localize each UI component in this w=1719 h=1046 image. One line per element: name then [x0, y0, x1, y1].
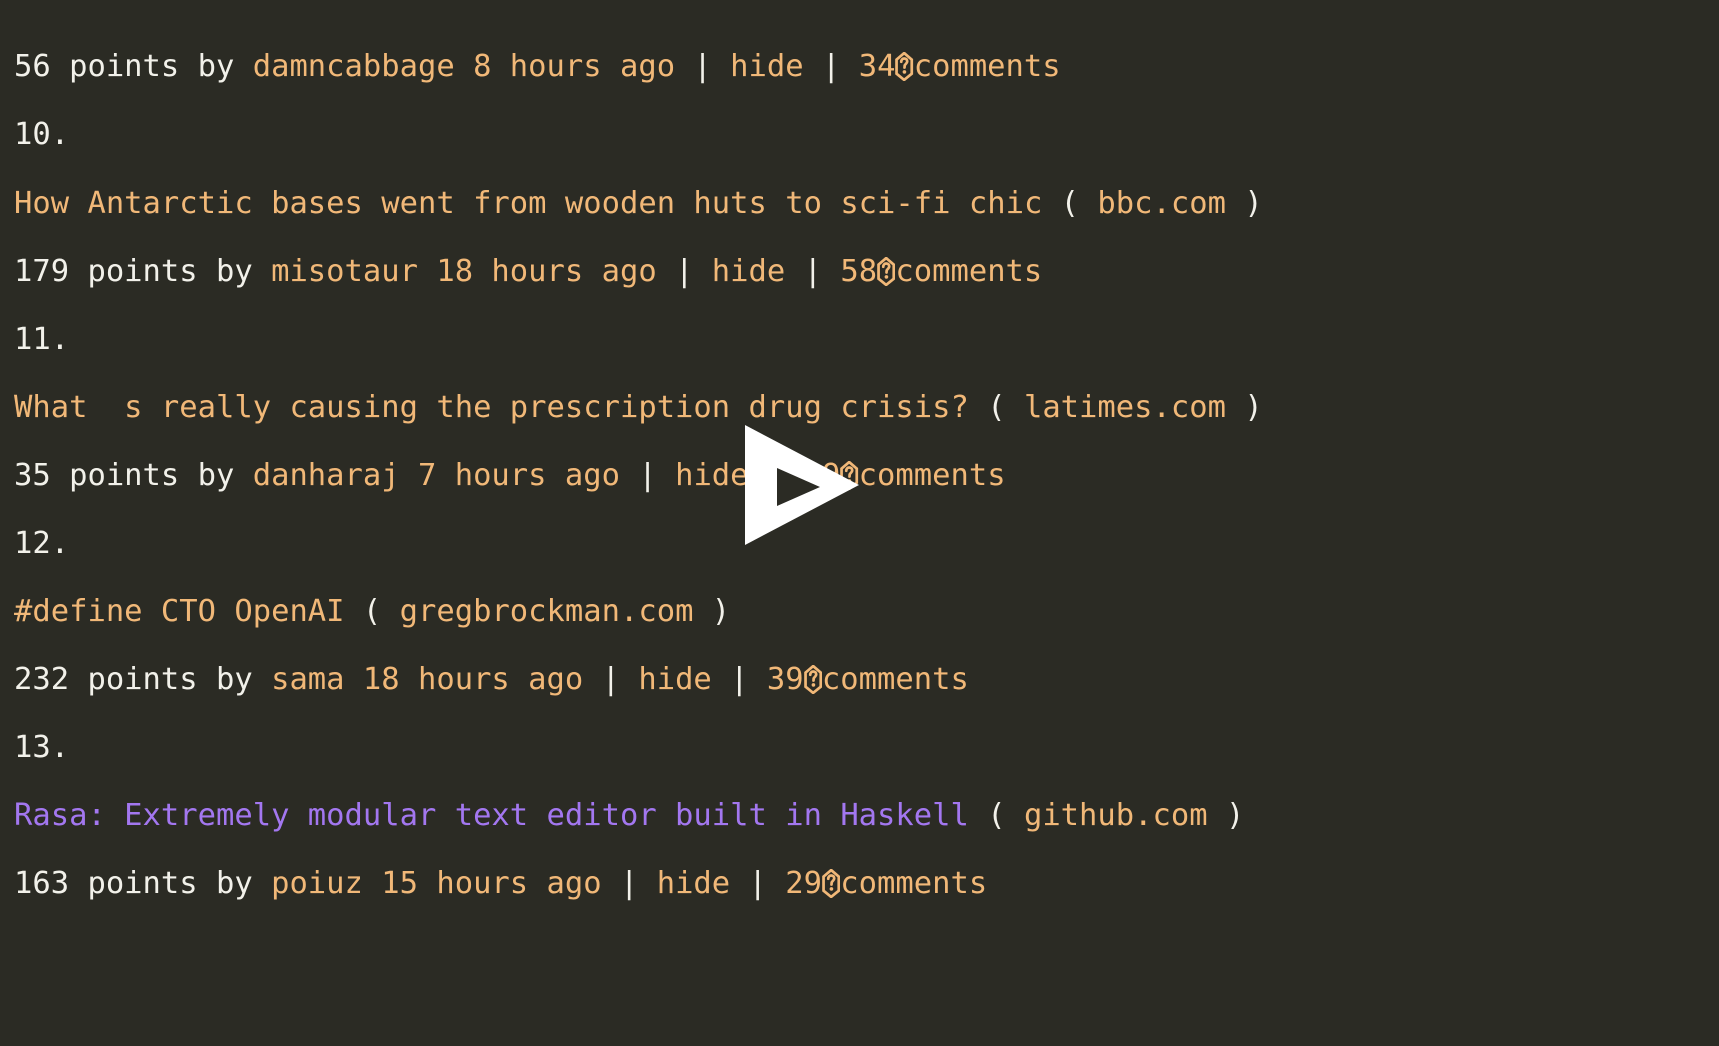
subtext-separator: | [711, 662, 767, 697]
subtext-separator: | [803, 49, 859, 84]
story-author-and-age[interactable]: danharaj 7 hours ago [253, 458, 620, 493]
comments-link[interactable]: 34 comments [859, 49, 1061, 84]
missing-glyph-icon [840, 461, 859, 491]
story-domain-link[interactable]: gregbrockman.com [400, 594, 694, 629]
subtext-separator: | [785, 254, 841, 289]
story-rank: 11. [14, 322, 70, 357]
story-subtext-row: 35 points by danharaj 7 hours ago | hide… [14, 458, 1006, 493]
subtext-separator: | [675, 49, 731, 84]
story-rank: 13. [14, 730, 70, 765]
story-rank-number: 10. [14, 117, 70, 152]
subtext-separator: | [730, 866, 786, 901]
story-title-row: How Antarctic bases went from wooden hut… [14, 186, 1263, 221]
domain-close-paren: ) [1225, 390, 1263, 425]
comment-count: 58 [840, 254, 878, 289]
domain-open-paren: ( [344, 594, 400, 629]
comments-label: comments [913, 49, 1061, 84]
story-author-and-age[interactable]: poiuz 15 hours ago [271, 866, 602, 901]
story-rank-number: 13. [14, 730, 70, 765]
comments-link[interactable]: 39 comments [767, 662, 969, 697]
story-points: 179 points by [14, 254, 272, 289]
domain-open-paren: ( [968, 390, 1024, 425]
story-points: 232 points by [14, 662, 272, 697]
story-domain-link[interactable]: latimes.com [1024, 390, 1226, 425]
domain-close-paren: ) [693, 594, 731, 629]
story-title-link[interactable]: #define CTO OpenAI [14, 594, 345, 629]
story-title-link[interactable]: What s really causing the prescription d… [14, 390, 969, 425]
story-points: 35 points by [14, 458, 253, 493]
hide-link[interactable]: hide [638, 662, 711, 697]
comments-label: comments [840, 866, 988, 901]
story-points: 163 points by [14, 866, 272, 901]
story-title-row: Rasa: Extremely modular text editor buil… [14, 798, 1245, 833]
domain-open-paren: ( [1042, 186, 1098, 221]
story-subtext-row: 232 points by sama 18 hours ago | hide |… [14, 662, 969, 697]
story-subtext-row: 56 points by damncabbage 8 hours ago | h… [14, 49, 1061, 84]
story-points: 56 points by [14, 49, 253, 84]
story-title-link[interactable]: Rasa: Extremely modular text editor buil… [14, 798, 969, 833]
domain-open-paren: ( [968, 798, 1024, 833]
story-subtext-row: 179 points by misotaur 18 hours ago | hi… [14, 254, 1042, 289]
domain-close-paren: ) [1225, 186, 1263, 221]
subtext-separator: | [656, 254, 712, 289]
hide-link[interactable]: hide [730, 49, 803, 84]
domain-close-paren: ) [1207, 798, 1245, 833]
story-rank-number: 11. [14, 322, 70, 357]
story-author-and-age[interactable]: damncabbage 8 hours ago [253, 49, 675, 84]
comment-count: 34 [858, 49, 896, 84]
comments-label: comments [821, 662, 969, 697]
story-title-link[interactable]: How Antarctic bases went from wooden hut… [14, 186, 1042, 221]
hide-link[interactable]: hide [712, 254, 785, 289]
story-subtext-row: 163 points by poiuz 15 hours ago | hide … [14, 866, 987, 901]
missing-glyph-icon [877, 257, 896, 287]
hide-link[interactable]: hide [675, 458, 748, 493]
comments-label: comments [858, 458, 1006, 493]
comments-link[interactable]: 58 comments [840, 254, 1042, 289]
missing-glyph-icon [895, 52, 914, 82]
story-rank: 10. [14, 117, 70, 152]
story-domain-link[interactable]: github.com [1024, 798, 1208, 833]
comments-link[interactable]: 29 comments [785, 866, 987, 901]
story-feed: 56 points by damncabbage 8 hours ago | h… [14, 0, 1719, 1046]
story-rank: 12. [14, 526, 70, 561]
subtext-separator: | [601, 866, 657, 901]
terminal-screen: 56 points by damncabbage 8 hours ago | h… [0, 0, 1719, 1046]
story-rank-number: 12. [14, 526, 70, 561]
hide-link[interactable]: hide [657, 866, 730, 901]
comment-count: 39 [766, 662, 804, 697]
story-title-row: #define CTO OpenAI ( gregbrockman.com ) [14, 594, 731, 629]
comment-count: 29 [785, 866, 822, 901]
story-author-and-age[interactable]: sama 18 hours ago [271, 662, 583, 697]
missing-glyph-icon [803, 665, 822, 695]
subtext-separator: | [748, 458, 804, 493]
story-title-row: What s really causing the prescription d… [14, 390, 1263, 425]
comments-link[interactable]: 29 comments [804, 458, 1006, 493]
subtext-separator: | [583, 662, 639, 697]
subtext-separator: | [619, 458, 676, 493]
missing-glyph-icon [822, 869, 841, 899]
story-domain-link[interactable]: bbc.com [1097, 186, 1226, 221]
story-author-and-age[interactable]: misotaur 18 hours ago [271, 254, 657, 289]
comments-label: comments [895, 254, 1043, 289]
comment-count: 29 [803, 458, 841, 493]
